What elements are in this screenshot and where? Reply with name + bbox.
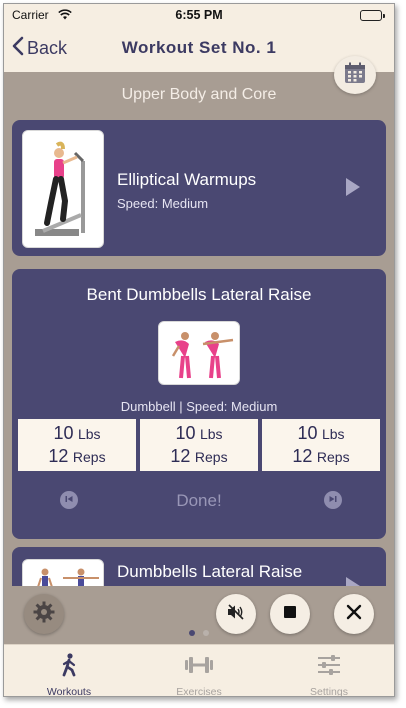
page-dot-1[interactable] <box>189 630 195 636</box>
reps-value: 12 <box>170 446 191 466</box>
set-box-2[interactable]: 10 Lbs 12 Reps <box>140 419 258 471</box>
speaker-muted-icon <box>227 603 245 625</box>
exercise-equipment-speed: Dumbbell | Speed: Medium <box>120 399 278 414</box>
tab-label: Settings <box>310 686 348 697</box>
stop-icon <box>283 605 297 624</box>
weight-value: 10 <box>53 423 74 443</box>
person-walking-icon <box>58 653 80 682</box>
weight-value: 10 <box>297 423 318 443</box>
page-indicator <box>4 630 394 636</box>
skip-forward-icon <box>328 491 338 509</box>
stop-button[interactable] <box>270 594 310 634</box>
mute-button[interactable] <box>216 594 256 634</box>
next-set-button[interactable] <box>324 491 342 509</box>
reps-unit: Reps <box>72 449 106 465</box>
close-workout-button[interactable] <box>334 594 374 634</box>
section-title: Upper Body and Core <box>121 86 277 103</box>
sliders-icon <box>316 653 342 682</box>
exercise-card-elliptical[interactable]: Elliptical Warmups Speed: Medium <box>12 120 386 256</box>
navigation-bar: Back Workout Set No. 1 <box>4 30 394 66</box>
reps-unit: Reps <box>316 449 350 465</box>
exercise-thumbnail <box>22 130 104 248</box>
battery-icon <box>360 10 385 21</box>
page-dot-2[interactable] <box>203 630 209 636</box>
top-bar: Carrier 6:55 PM Back Workout Set No. 1 <box>4 4 394 72</box>
set-box-3[interactable]: 10 Lbs 12 Reps <box>262 419 380 471</box>
dumbbell-icon <box>184 653 214 682</box>
tab-exercises[interactable]: Exercises <box>134 645 264 697</box>
exercise-thumbnail <box>158 321 240 385</box>
tab-settings[interactable]: Settings <box>264 645 394 697</box>
weight-unit: Lbs <box>199 426 223 442</box>
set-list: 10 Lbs 12 Reps 10 Lbs 12 Reps 10 Lbs 12 … <box>18 419 380 471</box>
exercise-card-bent-lateral-raise: Bent Dumbbells Lateral Raise Dumbbell | … <box>12 269 386 539</box>
tab-bar: Workouts Exercises Settings <box>4 644 394 697</box>
workout-settings-button[interactable] <box>24 594 64 634</box>
exercise-name: Dumbbells Lateral Raise <box>117 562 303 581</box>
phone-screen: Carrier 6:55 PM Back Workout Set No. 1 U… <box>3 3 395 697</box>
set-box-1[interactable]: 10 Lbs 12 Reps <box>18 419 136 471</box>
page-title: Workout Set No. 1 <box>121 38 277 57</box>
reps-value: 12 <box>48 446 69 466</box>
tab-workouts[interactable]: Workouts <box>4 645 134 697</box>
close-icon <box>346 604 362 625</box>
exercise-name: Bent Dumbbells Lateral Raise <box>86 285 312 304</box>
gear-icon <box>32 600 56 629</box>
exercise-speed: Speed: Medium <box>117 196 209 211</box>
reps-value: 12 <box>292 446 313 466</box>
weight-value: 10 <box>175 423 196 443</box>
tab-label: Workouts <box>46 686 92 697</box>
weight-unit: Lbs <box>321 426 345 442</box>
reps-unit: Reps <box>194 449 228 465</box>
tab-label: Exercises <box>176 686 222 697</box>
calendar-button[interactable] <box>334 56 376 94</box>
calendar-icon <box>344 62 366 89</box>
status-bar: Carrier 6:55 PM <box>4 7 394 25</box>
play-icon[interactable] <box>346 178 360 196</box>
weight-unit: Lbs <box>77 426 101 442</box>
exercise-name: Elliptical Warmups <box>117 170 257 189</box>
clock-time: 6:55 PM <box>175 8 223 22</box>
